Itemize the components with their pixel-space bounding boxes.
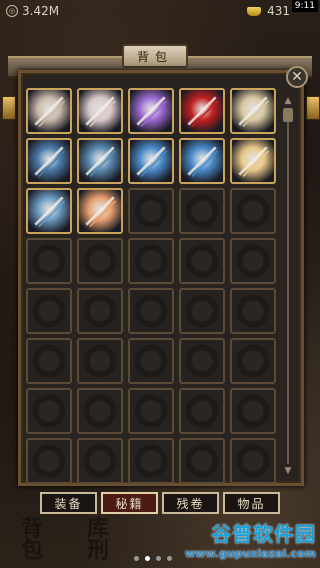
watermark-title: 谷普软件园	[211, 522, 316, 546]
sword-strike-skill-icon	[79, 140, 121, 182]
calligraphy-left: 背包	[17, 516, 43, 560]
close-icon: ✕	[291, 69, 303, 85]
calligraphy-middle: 库刑	[83, 516, 109, 560]
coin-value: 3.42M	[22, 4, 60, 18]
inventory-slot-filled[interactable]	[230, 88, 276, 134]
watermark-url: www.gupuxiazai.com	[185, 547, 316, 560]
inventory-slot-filled[interactable]	[128, 138, 174, 184]
inventory-slot-filled[interactable]	[179, 138, 225, 184]
inventory-slot-filled[interactable]	[230, 138, 276, 184]
inventory-slot-empty[interactable]	[230, 288, 276, 334]
status-bar: ◎ 3.42M 431 9:11	[0, 0, 320, 22]
inventory-slot-empty[interactable]	[179, 438, 225, 484]
inventory-slot-empty[interactable]	[230, 438, 276, 484]
close-button[interactable]: ✕	[286, 66, 308, 88]
punch-skill-icon	[79, 90, 121, 132]
inventory-slot-empty[interactable]	[230, 338, 276, 384]
gold-value: 431	[267, 4, 290, 18]
page-dot	[156, 556, 161, 561]
purple-wave-skill-icon	[130, 90, 172, 132]
crossed-blades-skill-icon	[232, 90, 274, 132]
inventory-slot-empty[interactable]	[179, 188, 225, 234]
inventory-slot-empty[interactable]	[179, 238, 225, 284]
gold-ingot-icon	[247, 6, 262, 16]
inventory-slot-empty[interactable]	[128, 188, 174, 234]
inventory-slot-empty[interactable]	[230, 388, 276, 434]
scroll-thumb[interactable]	[283, 108, 293, 122]
lantern-icon-right	[306, 96, 320, 120]
inventory-slot-empty[interactable]	[77, 438, 123, 484]
inventory-slot-filled[interactable]	[26, 138, 72, 184]
inventory-slot-empty[interactable]	[26, 438, 72, 484]
coin-counter: ◎ 3.42M	[6, 4, 59, 18]
gold-counter: 431	[247, 4, 290, 18]
inventory-slot-empty[interactable]	[230, 238, 276, 284]
fist-skill-icon	[28, 90, 70, 132]
inventory-slot-filled[interactable]	[77, 138, 123, 184]
inventory-slot-empty[interactable]	[128, 338, 174, 384]
inventory-slot-empty[interactable]	[77, 238, 123, 284]
tab-items[interactable]: 物品	[223, 492, 280, 514]
coin-icon: ◎	[6, 5, 18, 17]
inventory-slot-empty[interactable]	[128, 288, 174, 334]
inventory-slot-empty[interactable]	[128, 388, 174, 434]
page-dot-active	[145, 556, 150, 561]
inventory-slot-empty[interactable]	[179, 338, 225, 384]
tab-fragments[interactable]: 残卷	[162, 492, 219, 514]
inventory-scrollbar[interactable]: ▲ ▼	[282, 96, 294, 476]
panel-title: 背包	[122, 44, 188, 68]
double-blade-skill-icon	[79, 190, 121, 232]
page-dot	[134, 556, 139, 561]
inventory-slot-empty[interactable]	[128, 438, 174, 484]
inventory-slot-empty[interactable]	[77, 288, 123, 334]
red-banner-skill-icon	[181, 90, 223, 132]
inventory-slot-filled[interactable]	[77, 88, 123, 134]
inventory-slot-empty[interactable]	[77, 388, 123, 434]
blade-flash-skill-icon	[28, 190, 70, 232]
inventory-slot-filled[interactable]	[77, 188, 123, 234]
light-sword-skill-icon	[232, 140, 274, 182]
tab-equipment[interactable]: 装备	[40, 492, 97, 514]
inventory-slot-empty[interactable]	[77, 338, 123, 384]
blue-kick-skill-icon	[181, 140, 223, 182]
inventory-slot-empty[interactable]	[179, 288, 225, 334]
inventory-slot-empty[interactable]	[26, 288, 72, 334]
scroll-up-icon[interactable]: ▲	[282, 96, 294, 106]
watermark: 谷普软件园 www.gupuxiazai.com	[166, 518, 316, 560]
blue-figure-skill-icon	[130, 140, 172, 182]
sword-slash-skill-icon	[28, 140, 70, 182]
tab-manuals[interactable]: 秘籍	[101, 492, 158, 514]
inventory-slot-filled[interactable]	[128, 88, 174, 134]
inventory-slot-empty[interactable]	[26, 388, 72, 434]
inventory-slot-filled[interactable]	[26, 188, 72, 234]
scroll-down-icon[interactable]: ▼	[282, 466, 294, 476]
clock: 9:11	[291, 0, 318, 12]
inventory-grid	[26, 88, 278, 484]
inventory-slot-empty[interactable]	[230, 188, 276, 234]
inventory-slot-empty[interactable]	[179, 388, 225, 434]
category-tabs: 装备 秘籍 残卷 物品	[40, 492, 280, 514]
inventory-slot-empty[interactable]	[26, 238, 72, 284]
lantern-icon-left	[2, 96, 16, 120]
inventory-slot-filled[interactable]	[26, 88, 72, 134]
inventory-slot-filled[interactable]	[179, 88, 225, 134]
scroll-track	[287, 108, 289, 464]
inventory-slot-empty[interactable]	[26, 338, 72, 384]
inventory-slot-empty[interactable]	[128, 238, 174, 284]
